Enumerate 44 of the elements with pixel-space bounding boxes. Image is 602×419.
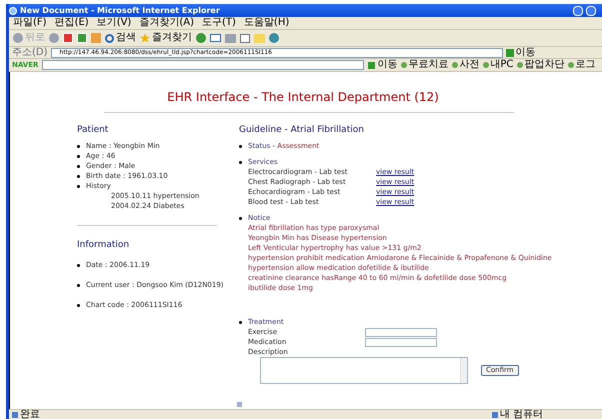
- description-textarea[interactable]: [260, 357, 468, 384]
- bullet-icon: [77, 174, 80, 178]
- page-title: EHR Interface - The Internal Department (12): [166, 89, 440, 106]
- toolbar-link[interactable]: 팝업차단: [517, 60, 564, 70]
- bullet-icon: [77, 284, 80, 286]
- search-button[interactable]: 검색: [105, 33, 136, 43]
- search-icon: [105, 34, 114, 42]
- go-button[interactable]: 이동: [506, 48, 536, 58]
- menu-item[interactable]: 편집(E): [54, 18, 89, 28]
- section-heading: Information: [77, 240, 130, 250]
- bullet-icon: [77, 184, 80, 188]
- toolbar-link[interactable]: 내PC: [483, 60, 514, 70]
- bullet-icon: [239, 216, 242, 220]
- menu-item[interactable]: 즐겨찾기(A): [139, 18, 194, 28]
- bullet-icon: [239, 320, 242, 324]
- minimize-button[interactable]: [573, 6, 583, 16]
- bullet-icon: [77, 164, 80, 168]
- star-icon: [140, 33, 150, 43]
- menu-item[interactable]: 보기(V): [96, 18, 132, 28]
- toolbar-link[interactable]: 사전: [452, 60, 480, 70]
- text-field[interactable]: [365, 338, 437, 346]
- address-label: 주소(D): [12, 48, 48, 58]
- menu-item[interactable]: 도구(T): [202, 18, 236, 28]
- naver-go-button[interactable]: 이동: [368, 60, 398, 70]
- menu-item[interactable]: 도움말(H): [244, 18, 290, 28]
- bullet-icon: [239, 160, 242, 164]
- bullet-icon: [77, 304, 80, 306]
- menu-item[interactable]: 파일(F): [13, 18, 47, 28]
- bullet-icon: [77, 154, 80, 158]
- text-field[interactable]: [365, 328, 437, 336]
- zone-text: 내 컴퓨터: [500, 410, 543, 419]
- window-title: New Document - Microsoft Internet Explorer: [20, 6, 220, 14]
- section-heading: Guideline - Atrial Fibrillation: [239, 125, 365, 135]
- scrollbar[interactable]: [460, 358, 467, 383]
- favorites-button[interactable]: 즐겨찾기: [140, 33, 192, 43]
- toolbar-link[interactable]: 무료치료: [401, 60, 448, 70]
- bullet-icon: [239, 144, 242, 148]
- status-text: 완료: [20, 410, 40, 419]
- maximize-button[interactable]: [586, 6, 596, 16]
- toolbar-link[interactable]: 로그: [568, 60, 596, 70]
- bullet-icon: [77, 264, 80, 266]
- section-heading: Patient: [77, 125, 110, 135]
- naver-search-field[interactable]: [42, 60, 364, 70]
- bullet-icon: [77, 144, 80, 148]
